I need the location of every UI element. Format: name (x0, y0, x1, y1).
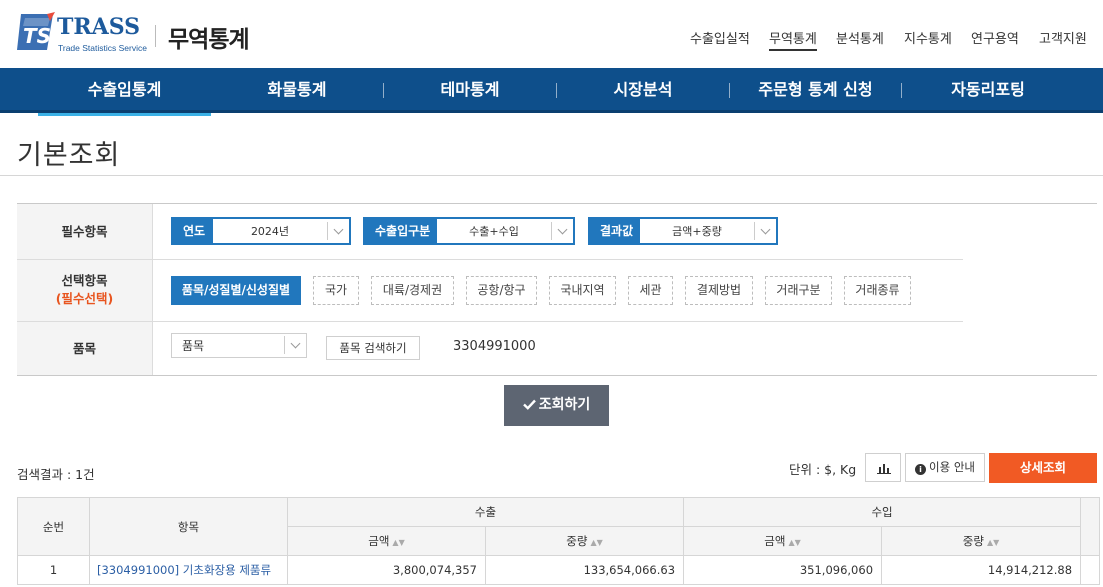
chip-payment-method[interactable]: 결제방법 (685, 276, 753, 305)
col-header-import-amount[interactable]: 금액 ▲▼ (683, 526, 883, 556)
chip-continent[interactable]: 대륙/경제권 (371, 276, 454, 305)
result-value-select-label: 결과값 (590, 219, 640, 243)
item-type-select[interactable]: 품목 (171, 333, 307, 358)
trade-type-select-label: 수출입구분 (365, 219, 437, 243)
chevron-down-icon (551, 222, 573, 240)
col-header-item: 항목 (89, 497, 288, 556)
chevron-down-icon (327, 222, 349, 240)
col-header-import-weight-label: 중량 (962, 534, 984, 548)
chip-item-category[interactable]: 품목/성질별/신성질별 (171, 276, 301, 305)
title-divider (0, 175, 1103, 176)
cell-scroll-gutter (1080, 555, 1101, 585)
col-header-seq: 순번 (17, 497, 90, 556)
col-header-export-amount-label: 금액 (368, 534, 390, 548)
item-row-label: 품목 (17, 322, 152, 375)
cell-export-amount: 3,800,074,357 (287, 555, 486, 585)
item-search-button[interactable]: 품목 검색하기 (326, 336, 420, 360)
page-title: 기본조회 (17, 140, 121, 171)
col-header-export-amount[interactable]: 금액 ▲▼ (287, 526, 486, 556)
col-header-export-weight[interactable]: 중량 ▲▼ (484, 526, 685, 556)
util-link-analysis-stats[interactable]: 분석통계 (836, 28, 884, 47)
cell-export-weight: 133,654,066.63 (484, 555, 685, 585)
query-button-label: 조회하기 (538, 397, 591, 413)
filter-row-divider (17, 259, 963, 260)
unit-label: 단위 : $, Kg (789, 462, 857, 477)
chart-view-button[interactable] (865, 453, 901, 482)
cell-import-amount: 351,096,060 (683, 555, 883, 585)
table-row: 1 [3304991000] 기초화장용 제품류 3,800,074,357 1… (17, 555, 1101, 585)
sort-icon: ▲▼ (788, 538, 801, 547)
col-header-export-weight-label: 중량 (566, 534, 588, 548)
chip-customs[interactable]: 세관 (628, 276, 673, 305)
usage-guide-button[interactable]: i 이용 안내 (905, 453, 985, 482)
year-select[interactable]: 연도 2024년 (171, 217, 351, 245)
svg-text:TS: TS (23, 24, 51, 48)
cell-import-weight: 14,914,212.88 (881, 555, 1082, 585)
trade-type-select-value: 수출+수입 (469, 225, 519, 238)
result-count: 검색결과 : 1건 (17, 467, 95, 482)
col-header-scroll-gutter (1080, 497, 1101, 556)
site-title[interactable]: 무역통계 (168, 20, 250, 54)
nav-tab-auto-reporting[interactable]: 자동리포팅 (902, 68, 1074, 113)
result-value-select[interactable]: 결과값 금액+중량 (588, 217, 778, 245)
chip-domestic-region[interactable]: 국내지역 (549, 276, 616, 305)
year-select-value: 2024년 (250, 225, 290, 238)
nav-tab-custom-stats[interactable]: 주문형 통계 신청 (730, 68, 901, 113)
item-code-value: 3304991000 (453, 339, 536, 354)
result-value-select-value: 금액+중량 (672, 225, 722, 238)
check-icon (522, 399, 536, 410)
logo-wordmark: TRASS (57, 14, 141, 40)
col-header-import: 수입 (683, 497, 1082, 527)
logo-subtitle: Trade Statistics Service (58, 43, 147, 53)
chip-transaction-kind[interactable]: 거래종류 (844, 276, 911, 305)
nav-tab-market-analysis[interactable]: 시장분석 (557, 68, 729, 113)
bar-chart-icon (877, 464, 891, 474)
chevron-down-icon (754, 222, 776, 240)
util-link-export-import[interactable]: 수출입실적 (690, 28, 750, 47)
item-type-select-value: 품목 (182, 339, 205, 353)
util-link-trade-stats[interactable]: 무역통계 (769, 28, 817, 51)
trade-type-select[interactable]: 수출입구분 수출+수입 (363, 217, 575, 245)
sort-icon: ▲▼ (986, 538, 1000, 547)
chip-transaction-type[interactable]: 거래구분 (765, 276, 832, 305)
chip-country[interactable]: 국가 (313, 276, 359, 305)
filter-label-divider (152, 204, 153, 375)
optional-items-label: 선택항목 (필수선택) (17, 260, 152, 321)
chevron-down-icon (284, 336, 306, 354)
cell-item-link[interactable]: [3304991000] 기초화장용 제품류 (89, 555, 288, 585)
sort-icon: ▲▼ (590, 538, 603, 547)
main-nav: 수출입통계 화물통계 테마통계 시장분석 주문형 통계 신청 자동리포팅 (0, 68, 1103, 116)
util-link-research[interactable]: 연구용역 (971, 28, 1019, 47)
info-icon: i (915, 464, 926, 475)
detail-query-button[interactable]: 상세조회 (989, 453, 1097, 483)
logo-divider (155, 25, 156, 47)
nav-tab-export-import-stats[interactable]: 수출입통계 (38, 68, 211, 116)
util-link-index-stats[interactable]: 지수통계 (904, 28, 952, 47)
nav-tab-theme-stats[interactable]: 테마통계 (384, 68, 556, 113)
nav-tab-cargo-stats[interactable]: 화물통계 (211, 68, 383, 113)
chip-airport-port[interactable]: 공항/항구 (466, 276, 537, 305)
col-header-import-amount-label: 금액 (764, 534, 786, 548)
site-header: TS TRASS Trade Statistics Service 무역통계 수… (0, 0, 1103, 68)
trass-logo[interactable]: TS TRASS Trade Statistics Service (17, 8, 147, 54)
col-header-import-weight[interactable]: 중량 ▲▼ (881, 526, 1082, 556)
optional-items-title: 선택항목 (61, 273, 108, 288)
col-header-export: 수출 (286, 497, 685, 527)
usage-guide-label: 이용 안내 (929, 460, 975, 474)
optional-required-note: (필수선택) (55, 291, 114, 306)
cell-seq: 1 (17, 555, 90, 585)
sort-icon: ▲▼ (392, 538, 405, 547)
trass-logo-mark-icon: TS (17, 12, 55, 50)
results-table: 순번 항목 수출 수입 금액 ▲▼ 중량 ▲▼ 금액 ▲▼ 중량 ▲▼ 1 [33049… (17, 497, 1101, 585)
filter-row-divider (17, 321, 963, 322)
year-select-label: 연도 (173, 219, 213, 243)
util-link-support[interactable]: 고객지원 (1039, 28, 1087, 47)
required-items-label: 필수항목 (17, 204, 152, 259)
query-button[interactable]: 조회하기 (504, 385, 609, 426)
